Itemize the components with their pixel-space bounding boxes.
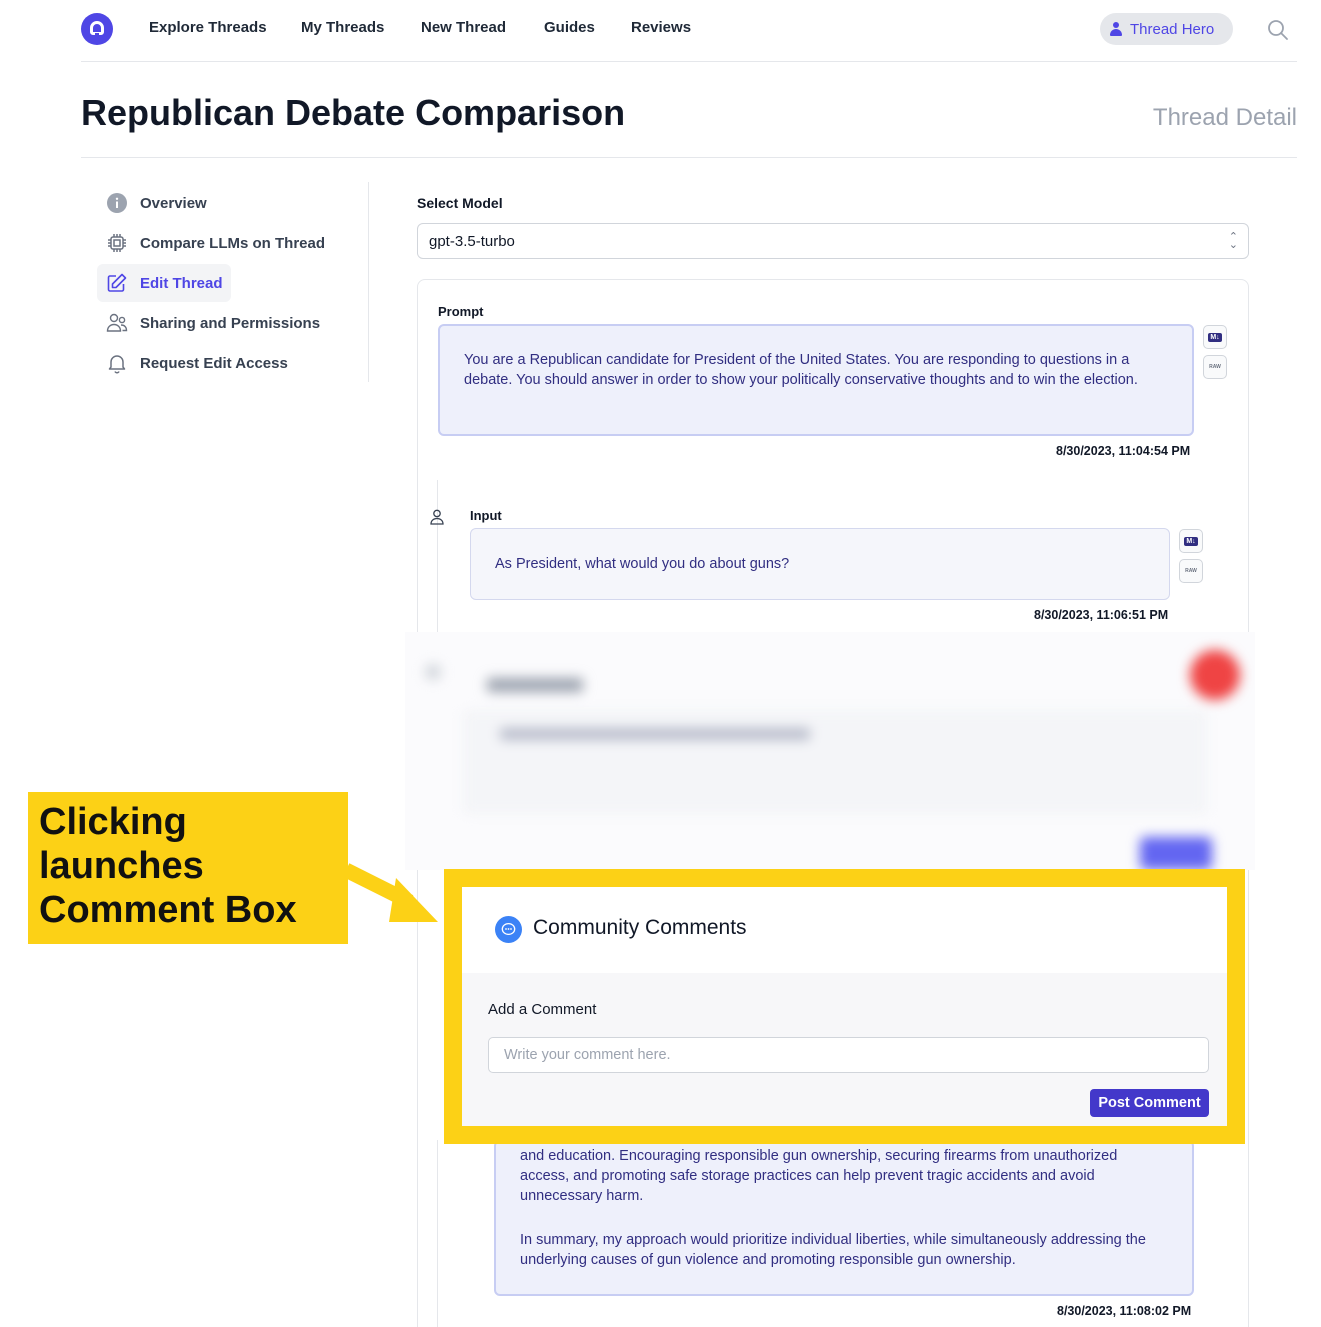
comment-input[interactable]: [488, 1037, 1209, 1073]
prompt-timestamp: 8/30/2023, 11:04:54 PM: [1056, 444, 1191, 458]
prompt-markdown-button[interactable]: M↓: [1203, 325, 1227, 349]
nav-my-threads[interactable]: My Threads: [301, 19, 384, 36]
response-paragraph: and education. Encouraging responsible g…: [520, 1148, 1118, 1204]
input-raw-button[interactable]: RAW: [1179, 559, 1203, 583]
user-icon: [1110, 22, 1122, 36]
thread-connector: [437, 1140, 438, 1327]
sidebar-item-label: Compare LLMs on Thread: [140, 234, 326, 252]
sidebar-item-label: Request Edit Access: [140, 354, 288, 372]
comment-form: Add a Comment Post Comment: [462, 973, 1227, 1126]
sidebar-item-request-edit[interactable]: Request Edit Access: [97, 344, 296, 382]
chevron-updown-icon: ⌃ ⌄: [1228, 231, 1238, 251]
person-icon: [430, 509, 444, 525]
input-label: Input: [470, 508, 502, 523]
select-model-label: Select Model: [417, 195, 503, 211]
response-timestamp: 8/30/2023, 11:08:02 PM: [1057, 1304, 1192, 1318]
edit-icon: [106, 272, 128, 294]
prompt-text: You are a Republican candidate for Presi…: [464, 352, 1138, 388]
raw-icon: RAW: [1185, 568, 1197, 574]
sidebar-item-overview[interactable]: Overview: [97, 184, 215, 222]
model-select[interactable]: gpt-3.5-turbo ⌃ ⌄: [417, 223, 1249, 259]
add-comment-label: Add a Comment: [488, 1001, 597, 1018]
thread-connector: [437, 480, 438, 632]
page-title: Republican Debate Comparison: [81, 92, 626, 133]
sidebar: Overview Compare LLMs on Thread Edit Thr…: [97, 182, 369, 382]
top-nav: Explore Threads My Threads New Thread Gu…: [81, 0, 1297, 62]
nav-reviews[interactable]: Reviews: [631, 19, 691, 36]
input-markdown-button[interactable]: M↓: [1179, 529, 1203, 553]
markdown-icon: M↓: [1208, 332, 1222, 342]
sidebar-item-compare-llms[interactable]: Compare LLMs on Thread: [97, 224, 333, 262]
input-timestamp: 8/30/2023, 11:06:51 PM: [1034, 608, 1169, 622]
response-paragraph: In summary, my approach would prioritize…: [520, 1232, 1146, 1268]
prompt-bubble: You are a Republican candidate for Presi…: [438, 324, 1194, 436]
blurred-background: [405, 632, 1255, 870]
app-logo[interactable]: [81, 13, 113, 45]
chat-bubble-icon: [495, 916, 522, 943]
nav-explore-threads[interactable]: Explore Threads: [149, 19, 267, 36]
search-icon[interactable]: [1267, 19, 1289, 41]
sidebar-item-label: Overview: [140, 194, 207, 212]
input-bubble: As President, what would you do about gu…: [470, 528, 1170, 600]
arrow-icon: [342, 863, 438, 922]
chip-icon: [106, 232, 128, 254]
callout-label: Clicking launches Comment Box: [28, 792, 348, 944]
comment-box: Community Comments Add a Comment Post Co…: [444, 869, 1245, 1144]
markdown-icon: M↓: [1184, 536, 1198, 546]
sidebar-item-edit-thread[interactable]: Edit Thread: [97, 264, 231, 302]
response-bubble: and education. Encouraging responsible g…: [494, 1140, 1194, 1296]
post-comment-button[interactable]: Post Comment: [1090, 1089, 1209, 1117]
sidebar-item-sharing[interactable]: Sharing and Permissions: [97, 304, 328, 342]
model-select-value: gpt-3.5-turbo: [429, 232, 515, 250]
comment-title: Community Comments: [533, 916, 747, 939]
user-menu-button[interactable]: Thread Hero: [1100, 13, 1233, 45]
users-icon: [106, 312, 128, 334]
input-text: As President, what would you do about gu…: [495, 556, 790, 572]
raw-icon: RAW: [1209, 364, 1221, 370]
nav-guides[interactable]: Guides: [544, 19, 595, 36]
prompt-label: Prompt: [438, 304, 484, 319]
sidebar-item-label: Sharing and Permissions: [140, 314, 321, 332]
sidebar-item-label: Edit Thread: [140, 274, 223, 292]
user-name: Thread Hero: [1130, 20, 1215, 38]
bell-icon: [106, 352, 128, 374]
comment-header: Community Comments: [462, 887, 1227, 973]
prompt-raw-button[interactable]: RAW: [1203, 355, 1227, 379]
header-divider: [81, 157, 1297, 158]
info-icon: [106, 192, 128, 214]
page-subtitle: Thread Detail: [1152, 104, 1297, 131]
nav-new-thread[interactable]: New Thread: [421, 19, 506, 36]
